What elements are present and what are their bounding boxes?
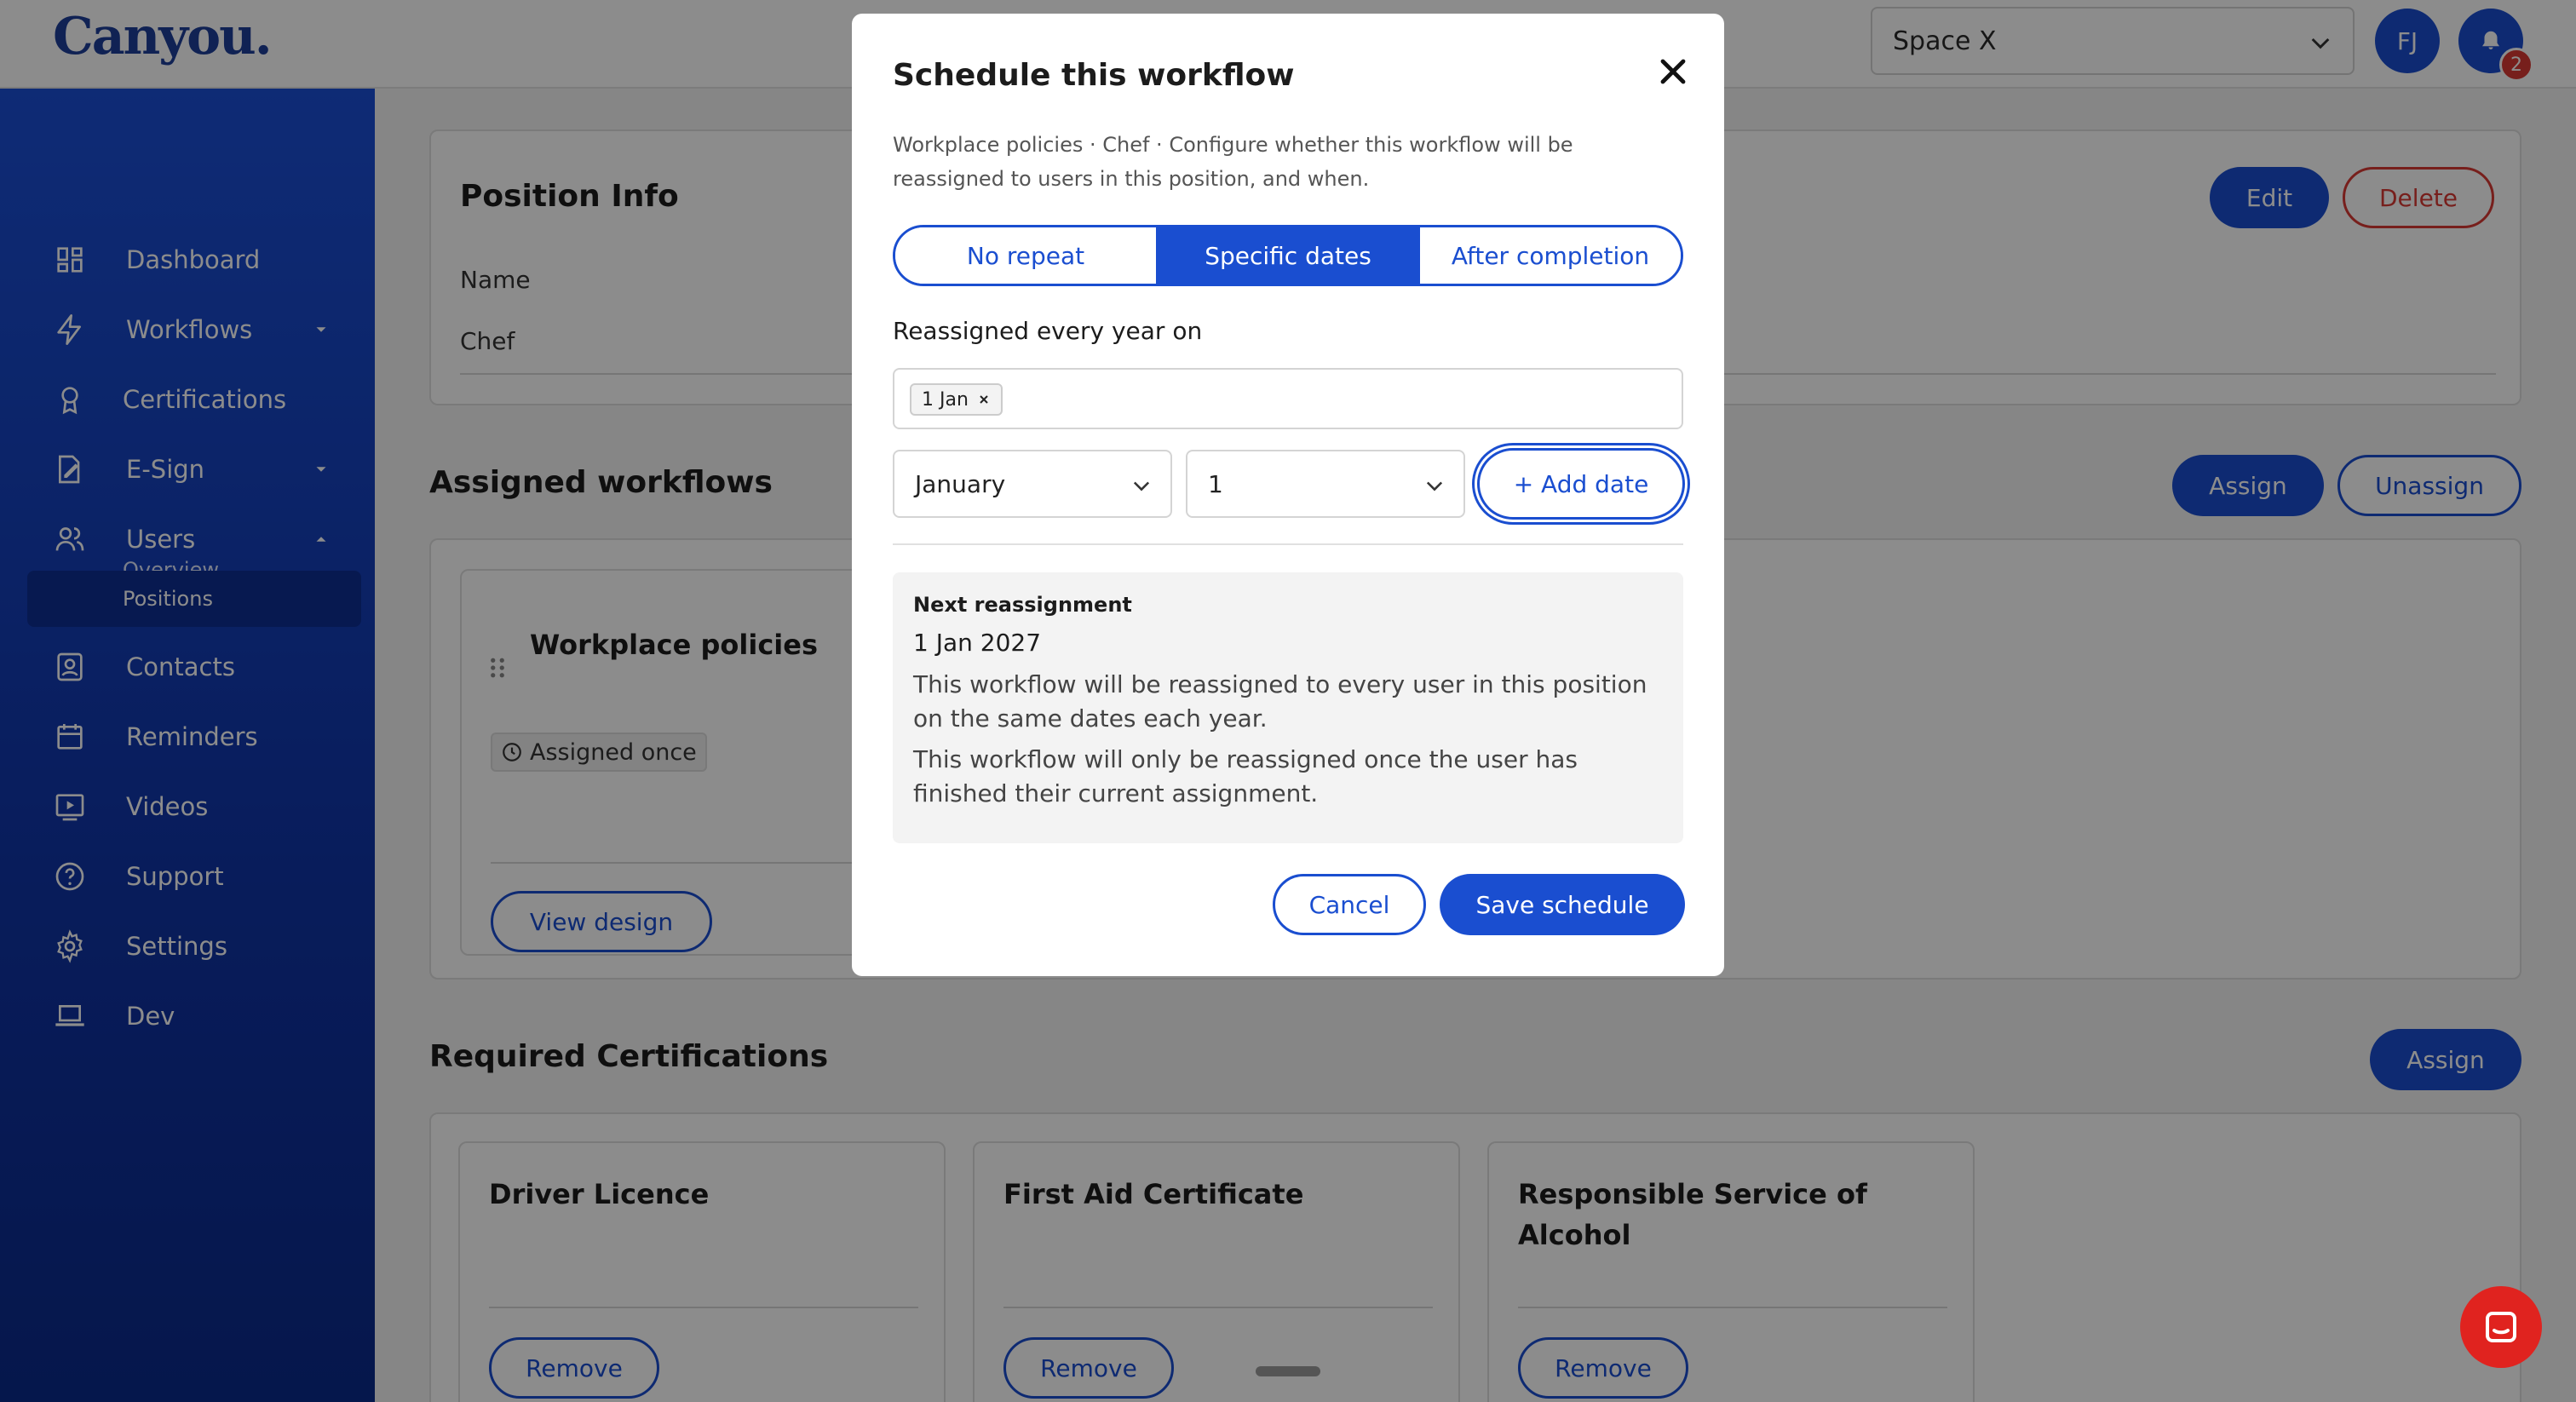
next-reassignment-note-1: This workflow will be reassigned to ever… (913, 670, 1647, 733)
selected-dates-field[interactable]: 1 Jan (893, 368, 1683, 429)
day-select-value: 1 (1208, 469, 1223, 498)
segment-after-completion[interactable]: After completion (1418, 227, 1681, 284)
segment-no-repeat[interactable]: No repeat (895, 227, 1156, 284)
chat-icon (2486, 1312, 2516, 1342)
date-chip-label: 1 Jan (922, 388, 969, 411)
close-icon[interactable] (1653, 51, 1693, 92)
cancel-button[interactable]: Cancel (1273, 874, 1426, 935)
next-reassignment-date: 1 Jan 2027 (913, 629, 1042, 657)
add-date-button[interactable]: + Add date (1477, 448, 1685, 520)
date-chip: 1 Jan (910, 383, 1003, 416)
chevron-down-icon (1426, 481, 1443, 491)
segment-specific-dates[interactable]: Specific dates (1156, 227, 1418, 284)
modal-description: Workplace policies · Chef · Configure wh… (893, 133, 1573, 191)
modal-title: Schedule this workflow (893, 58, 1295, 93)
scroll-grip (1256, 1366, 1320, 1376)
reassign-label: Reassigned every year on (893, 317, 1203, 345)
schedule-workflow-modal: Schedule this workflow Workplace policie… (852, 14, 1724, 976)
next-reassignment-heading: Next reassignment (913, 593, 1132, 617)
next-reassignment-panel: Next reassignment 1 Jan 2027 This workfl… (893, 572, 1683, 843)
day-select[interactable]: 1 (1186, 450, 1465, 518)
remove-chip-icon[interactable] (977, 393, 991, 406)
next-reassignment-note-2: This workflow will only be reassigned on… (913, 745, 1578, 807)
divider (893, 543, 1683, 545)
repeat-mode-segmented-control: No repeat Specific dates After completio… (893, 225, 1683, 286)
chat-launcher-button[interactable] (2460, 1286, 2542, 1368)
chevron-down-icon (1133, 481, 1150, 491)
month-select[interactable]: January (893, 450, 1172, 518)
month-select-value: January (915, 469, 1006, 498)
save-schedule-button[interactable]: Save schedule (1440, 874, 1685, 935)
